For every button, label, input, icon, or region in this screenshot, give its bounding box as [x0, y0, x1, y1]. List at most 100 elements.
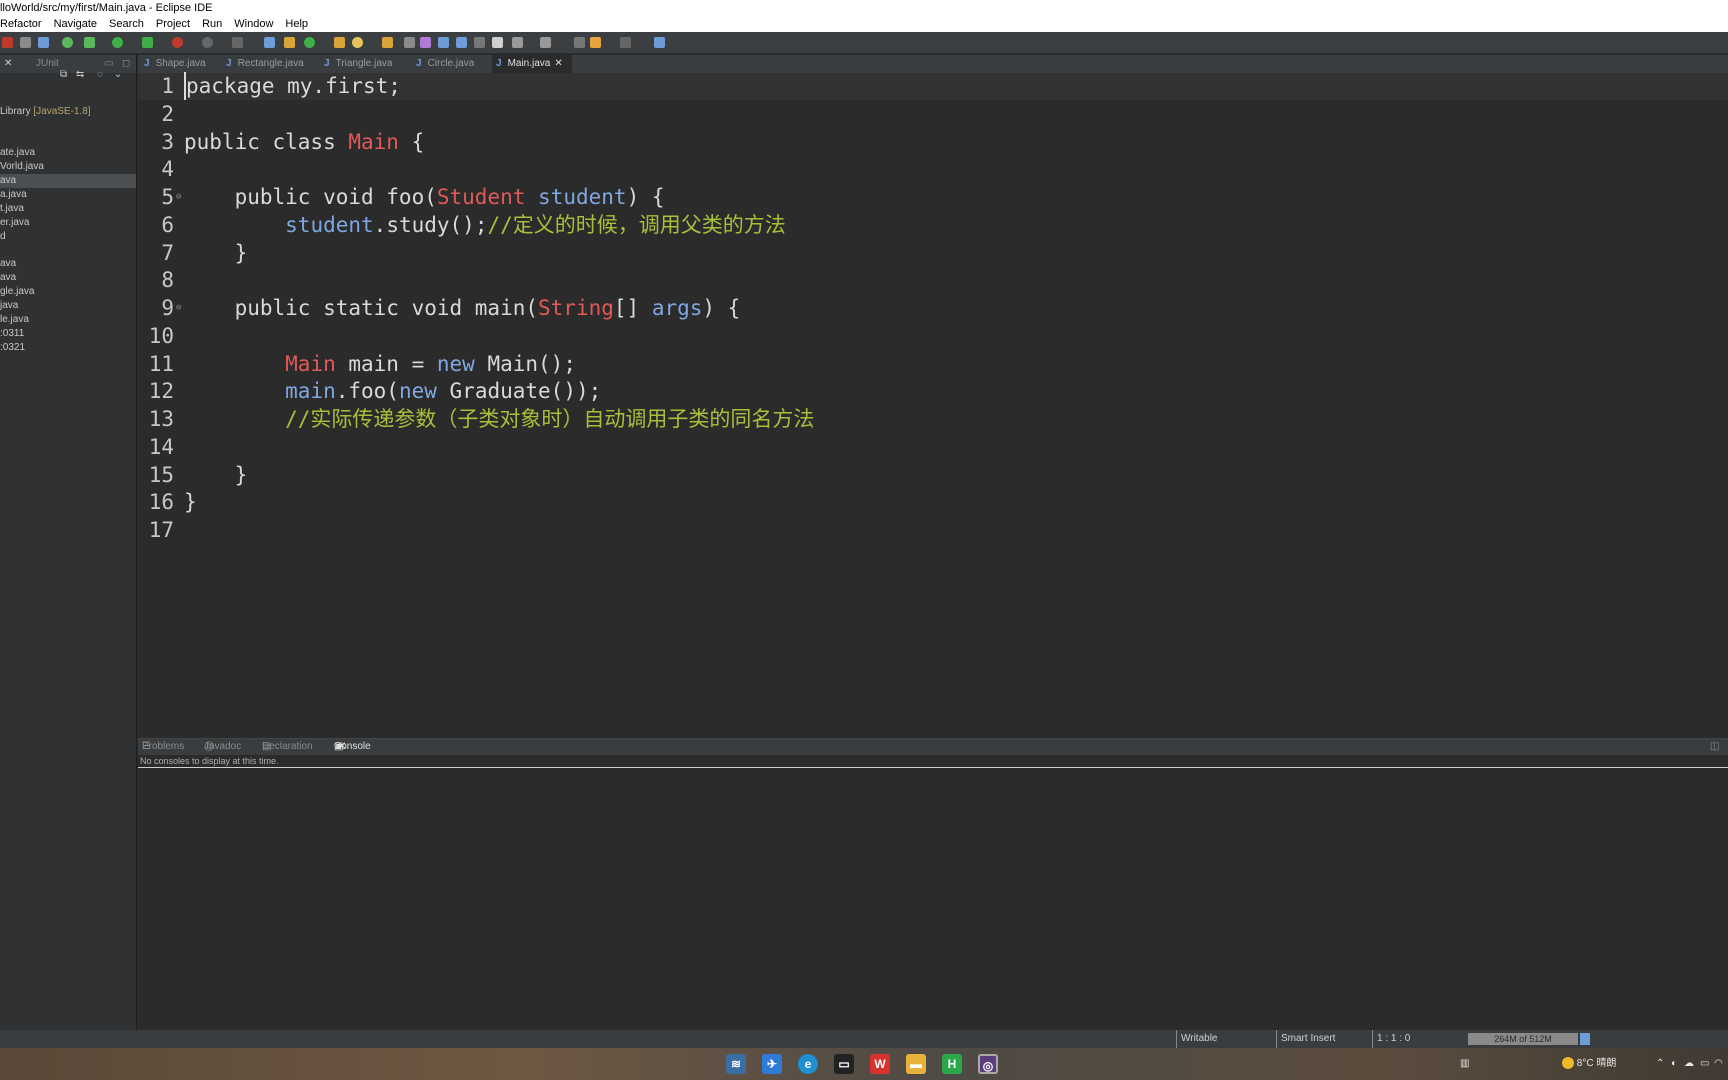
new-java-project-icon[interactable] [264, 37, 275, 48]
annotation-prev-icon[interactable] [540, 37, 551, 48]
tab-shape-java[interactable]: J Shape.java [140, 55, 206, 73]
maximize-panel-icon[interactable]: ◫ [1710, 739, 1719, 755]
gc-trash-icon[interactable] [1580, 1033, 1590, 1045]
sun-icon [1562, 1057, 1574, 1070]
taskbar-app-icon[interactable]: ≋ [726, 1054, 746, 1074]
tab-junit[interactable]: JUnit [36, 55, 59, 73]
run-icon[interactable] [112, 37, 123, 48]
code-token: .study(); [373, 212, 488, 237]
tree-item[interactable]: er.java [0, 216, 136, 230]
edge-browser-icon[interactable]: e [798, 1054, 818, 1074]
last-edit-icon[interactable] [574, 37, 585, 48]
open-perspective-icon[interactable] [654, 37, 665, 48]
tab-main-java[interactable]: J Main.java ✕ [492, 55, 572, 73]
taskbar-app-icon[interactable]: ✈ [762, 1054, 782, 1074]
tree-item[interactable]: ava [0, 257, 136, 271]
disabled-run-icon[interactable] [202, 37, 213, 48]
new-wizard-icon[interactable] [38, 37, 49, 48]
fold-toggle-icon[interactable]: ⊖ [176, 183, 181, 211]
menu-navigate[interactable]: Navigate [54, 16, 97, 32]
code-editor[interactable]: 1 package my.first; 2 3 public class Main {4… [138, 72, 1728, 738]
maximize-icon[interactable]: ◻ [122, 55, 130, 73]
tab-triangle-java[interactable]: J Triangle.java [320, 55, 392, 73]
tree-item[interactable]: t.java [0, 202, 136, 216]
annotation-next-icon[interactable] [512, 37, 523, 48]
open-task-icon[interactable] [382, 37, 393, 48]
display-icon[interactable]: ▭ [1700, 1048, 1709, 1080]
hbuilder-icon[interactable]: H [942, 1054, 962, 1074]
tab-rectangle-java[interactable]: J Rectangle.java [222, 55, 304, 73]
run-last-tool-icon[interactable] [142, 37, 153, 48]
toggle-breadcrumb-icon[interactable] [404, 37, 415, 48]
tray-chevron-icon[interactable]: ⌃ [1656, 1048, 1664, 1080]
bottom-panel: ☰ Problems @ Javadoc ▤ Declaration ▣ Con… [138, 738, 1728, 1030]
cloud-icon[interactable]: ☁ [1684, 1048, 1694, 1080]
heap-status[interactable]: 264M of 512M [1468, 1033, 1578, 1045]
new-class-icon[interactable] [304, 37, 315, 48]
search-icon[interactable] [352, 37, 363, 48]
open-type-icon[interactable] [334, 37, 345, 48]
link-editor-icon[interactable]: ⇆ [76, 69, 84, 80]
debug-skip-icon[interactable] [20, 37, 31, 48]
close-tab-icon[interactable]: ✕ [338, 739, 346, 755]
tab-circle-java[interactable]: J Circle.java [412, 55, 474, 73]
status-insert-mode[interactable]: Smart Insert [1276, 1030, 1335, 1048]
tree-item[interactable]: d [0, 230, 136, 244]
pilcrow-icon[interactable] [492, 37, 503, 48]
eclipse-app-icon[interactable]: ◎ [978, 1054, 998, 1074]
tree-item[interactable]: ate.java [0, 146, 136, 160]
tree-item-library[interactable]: Library [JavaSE-1.8] [0, 105, 136, 119]
tree-item[interactable]: Vorld.java [0, 160, 136, 174]
code-text: public class Main { [184, 128, 424, 156]
close-icon[interactable]: ✕ [4, 55, 12, 73]
tray-app-icon[interactable]: ▥ [1460, 1048, 1469, 1080]
code-token: Main(); [474, 351, 576, 376]
menu-project[interactable]: Project [156, 16, 190, 32]
block-selection-icon[interactable] [456, 37, 467, 48]
tree-item[interactable]: java [0, 299, 136, 313]
view-menu-icon[interactable]: ⌄ [114, 69, 122, 80]
menu-search[interactable]: Search [109, 16, 144, 32]
code-text: public void foo(Student student) { [184, 183, 665, 211]
status-writable: Writable [1176, 1030, 1218, 1048]
mark-occurrences-icon[interactable] [420, 37, 431, 48]
word-wrap-icon[interactable] [438, 37, 449, 48]
java-file-icon: J [324, 58, 330, 69]
debug-icon[interactable] [84, 37, 95, 48]
code-token: public void foo( [184, 185, 437, 209]
new-package-icon[interactable] [284, 37, 295, 48]
close-tab-icon[interactable]: ✕ [554, 58, 562, 69]
code-text: student.study();//定义的时候，调用父类的方法 [184, 211, 786, 239]
tree-item[interactable]: :0321 [0, 341, 136, 355]
tree-item-selected[interactable]: ava [0, 174, 136, 188]
fold-toggle-icon[interactable]: ⊖ [176, 294, 181, 322]
forward-icon[interactable] [620, 37, 631, 48]
tree-item[interactable]: ava [0, 271, 136, 285]
coverage-icon[interactable] [62, 37, 73, 48]
weather-widget[interactable]: 8°C 晴朗 [1562, 1048, 1616, 1080]
code-token: main [285, 379, 336, 404]
wps-office-icon[interactable]: W [870, 1054, 890, 1074]
focus-icon[interactable]: ◌ [97, 69, 103, 80]
disabled-profile-icon[interactable] [232, 37, 243, 48]
back-icon[interactable] [590, 37, 601, 48]
menu-refactor[interactable]: Refactor [0, 16, 42, 32]
line-number: 12 [148, 379, 174, 404]
microphone-icon[interactable]: ◖ [1670, 1048, 1676, 1080]
tree-item[interactable]: :0311 [0, 327, 136, 341]
tree-item[interactable]: a.java [0, 188, 136, 202]
stop-icon[interactable] [2, 37, 13, 48]
network-icon[interactable]: ◠ [1714, 1048, 1723, 1080]
line-number: 9 [161, 296, 174, 320]
menu-run[interactable]: Run [202, 16, 222, 32]
external-tools-icon[interactable] [172, 37, 183, 48]
terminal-icon[interactable]: ▭ [834, 1054, 854, 1074]
file-explorer-icon[interactable]: ▬ [906, 1054, 926, 1074]
code-token: //定义的时候，调用父类的方法 [487, 212, 786, 237]
collapse-all-icon[interactable]: ⧉ [60, 69, 67, 80]
menu-help[interactable]: Help [285, 16, 308, 32]
menu-window[interactable]: Window [234, 16, 273, 32]
show-whitespace-icon[interactable] [474, 37, 485, 48]
tree-item[interactable]: gle.java [0, 285, 136, 299]
tree-item[interactable]: le.java [0, 313, 136, 327]
